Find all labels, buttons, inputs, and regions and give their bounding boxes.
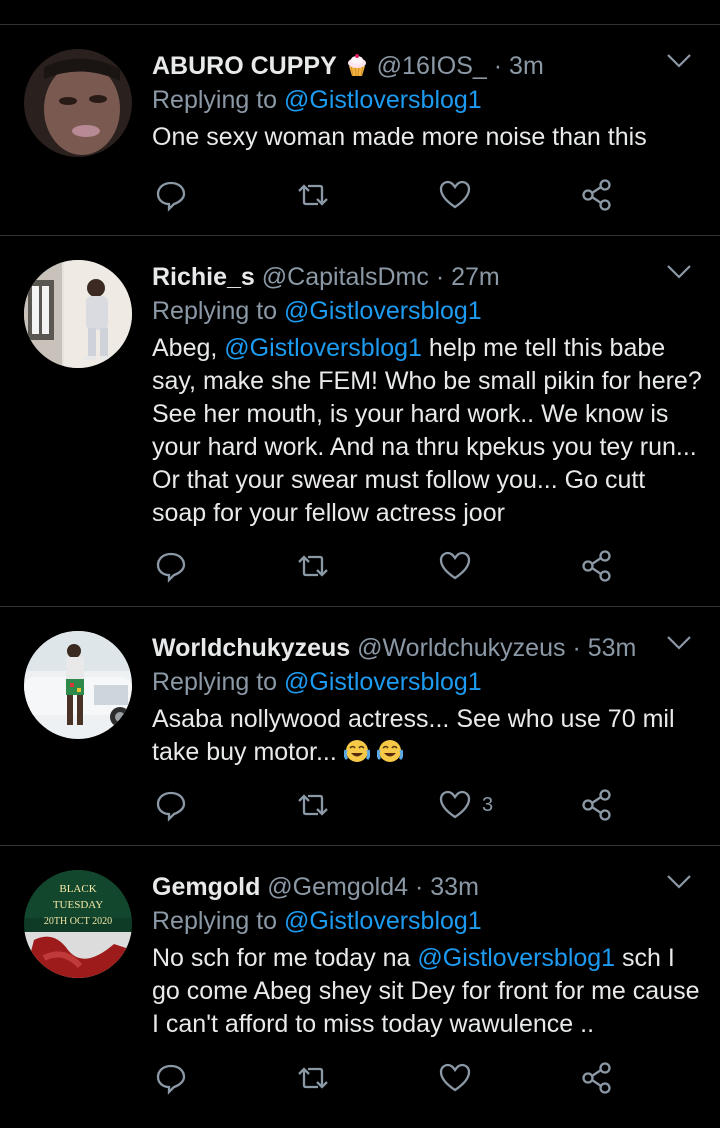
- tweet-text: One sexy woman made more noise than this: [152, 123, 647, 151]
- face-with-tears-of-joy-emoji: [376, 740, 403, 762]
- heart-icon: [439, 551, 471, 580]
- retweet-button[interactable]: [296, 175, 330, 215]
- tweet-text-part: Abeg,: [152, 334, 225, 362]
- reply-button[interactable]: [154, 785, 188, 825]
- separator-dot: ·: [493, 52, 503, 80]
- retweet-button[interactable]: [296, 1058, 330, 1098]
- like-button[interactable]: [438, 175, 482, 215]
- retweet-icon: [298, 555, 328, 577]
- share-icon: [582, 179, 611, 211]
- timestamp[interactable]: 27m: [451, 263, 500, 291]
- tweet-text-part: Asaba nollywood actress... See who use 7…: [152, 705, 675, 766]
- display-name[interactable]: Worldchukyzeus: [152, 634, 350, 662]
- heart-icon: [439, 790, 471, 819]
- timestamp[interactable]: 33m: [430, 873, 479, 901]
- tweet-text-part: help me tell this babe say, make she FEM…: [152, 334, 702, 527]
- chevron-down-icon[interactable]: [666, 635, 692, 651]
- tweet-header: ABURO CUPPY @16IOS_ · 3m: [152, 51, 544, 81]
- tweet-text: Asaba nollywood actress... See who use 7…: [152, 703, 702, 769]
- user-handle[interactable]: @16IOS_: [377, 52, 487, 80]
- reply-icon: [156, 791, 186, 822]
- retweet-button[interactable]: [296, 785, 330, 825]
- replying-to-label: Replying to: [152, 86, 278, 114]
- share-icon: [582, 1062, 611, 1094]
- avatar[interactable]: [24, 260, 132, 368]
- share-button[interactable]: [580, 785, 614, 825]
- replying-to-label: Replying to: [152, 297, 278, 325]
- chevron-down-icon[interactable]: [666, 264, 692, 280]
- user-handle[interactable]: @Gemgold4: [267, 873, 408, 901]
- tweet-actions: [152, 1058, 632, 1098]
- avatar-text-line: TUESDAY: [53, 899, 103, 911]
- display-name[interactable]: ABURO CUPPY: [152, 52, 337, 80]
- like-button[interactable]: [438, 1058, 482, 1098]
- reply-mention-link[interactable]: @Gistloversblog1: [284, 86, 482, 114]
- user-handle[interactable]: @CapitalsDmc: [262, 263, 429, 291]
- avatar-text-line: 20TH OCT 2020: [44, 916, 112, 927]
- cupcake-emoji: [347, 54, 366, 77]
- separator-dot: ·: [572, 634, 581, 662]
- tweet-header: Gemgold @Gemgold4 · 33m: [152, 872, 479, 902]
- user-handle[interactable]: @Worldchukyzeus: [357, 634, 565, 662]
- separator-dot: ·: [414, 873, 424, 901]
- retweet-icon: [298, 184, 328, 206]
- tweet-header: Worldchukyzeus @Worldchukyzeus · 53m: [152, 633, 636, 663]
- tweet-text: No sch for me today na @Gistloversblog1 …: [152, 942, 702, 1041]
- body-mention-link[interactable]: @Gistloversblog1: [224, 334, 422, 362]
- like-button[interactable]: 3: [438, 785, 493, 825]
- timestamp[interactable]: 53m: [588, 634, 637, 662]
- reply-button[interactable]: [154, 175, 188, 215]
- reply-mention-link[interactable]: @Gistloversblog1: [284, 668, 482, 696]
- retweet-button[interactable]: [296, 546, 330, 586]
- share-button[interactable]: [580, 175, 614, 215]
- share-icon: [582, 789, 611, 821]
- display-name[interactable]: Gemgold: [152, 873, 260, 901]
- heart-icon: [439, 1063, 471, 1092]
- retweet-icon: [298, 1067, 328, 1089]
- tweet-actions: 3: [152, 785, 632, 825]
- retweet-icon: [298, 794, 328, 816]
- replying-to-line: Replying to @Gistloversblog1: [152, 667, 482, 697]
- replying-to-line: Replying to @Gistloversblog1: [152, 906, 482, 936]
- share-icon: [582, 550, 611, 582]
- reply-mention-link[interactable]: @Gistloversblog1: [284, 297, 482, 325]
- tweet[interactable]: Worldchukyzeus @Worldchukyzeus · 53m Rep…: [0, 607, 720, 846]
- tweet-actions: [152, 175, 632, 215]
- replying-to-line: Replying to @Gistloversblog1: [152, 85, 482, 115]
- timestamp[interactable]: 3m: [509, 52, 544, 80]
- tweet[interactable]: ABURO CUPPY @16IOS_ · 3m Replying to @Gi…: [0, 25, 720, 236]
- tweet-text-part: No sch for me today na: [152, 944, 418, 972]
- like-button[interactable]: [438, 546, 482, 586]
- tweet-text: Abeg, @Gistloversblog1 help me tell this…: [152, 332, 702, 530]
- body-mention-link[interactable]: @Gistloversblog1: [417, 944, 615, 972]
- like-count: 3: [482, 793, 494, 816]
- chevron-down-icon[interactable]: [666, 53, 692, 69]
- avatar-text-line: BLACK: [59, 883, 96, 895]
- separator-dot: ·: [435, 263, 445, 291]
- avatar[interactable]: BLACK TUESDAY 20TH OCT 2020: [24, 870, 132, 978]
- tweet-actions: [152, 546, 632, 586]
- reply-icon: [156, 552, 186, 583]
- chevron-down-icon[interactable]: [666, 874, 692, 890]
- reply-button[interactable]: [154, 1058, 188, 1098]
- tweet[interactable]: Richie_s @CapitalsDmc · 27m Replying to …: [0, 236, 720, 607]
- avatar[interactable]: [24, 49, 132, 157]
- share-button[interactable]: [580, 1058, 614, 1098]
- heart-icon: [439, 180, 471, 209]
- replying-to-label: Replying to: [152, 907, 278, 935]
- share-button[interactable]: [580, 546, 614, 586]
- reply-icon: [156, 181, 186, 212]
- reply-icon: [156, 1064, 186, 1095]
- reply-button[interactable]: [154, 546, 188, 586]
- tweet[interactable]: BLACK TUESDAY 20TH OCT 2020 Gemgold @Gem…: [0, 846, 720, 1128]
- replying-to-label: Replying to: [152, 668, 278, 696]
- face-with-tears-of-joy-emoji: [343, 740, 370, 762]
- avatar[interactable]: [24, 631, 132, 739]
- reply-mention-link[interactable]: @Gistloversblog1: [284, 907, 482, 935]
- display-name[interactable]: Richie_s: [152, 263, 255, 291]
- replying-to-line: Replying to @Gistloversblog1: [152, 296, 482, 326]
- tweet-header: Richie_s @CapitalsDmc · 27m: [152, 262, 500, 292]
